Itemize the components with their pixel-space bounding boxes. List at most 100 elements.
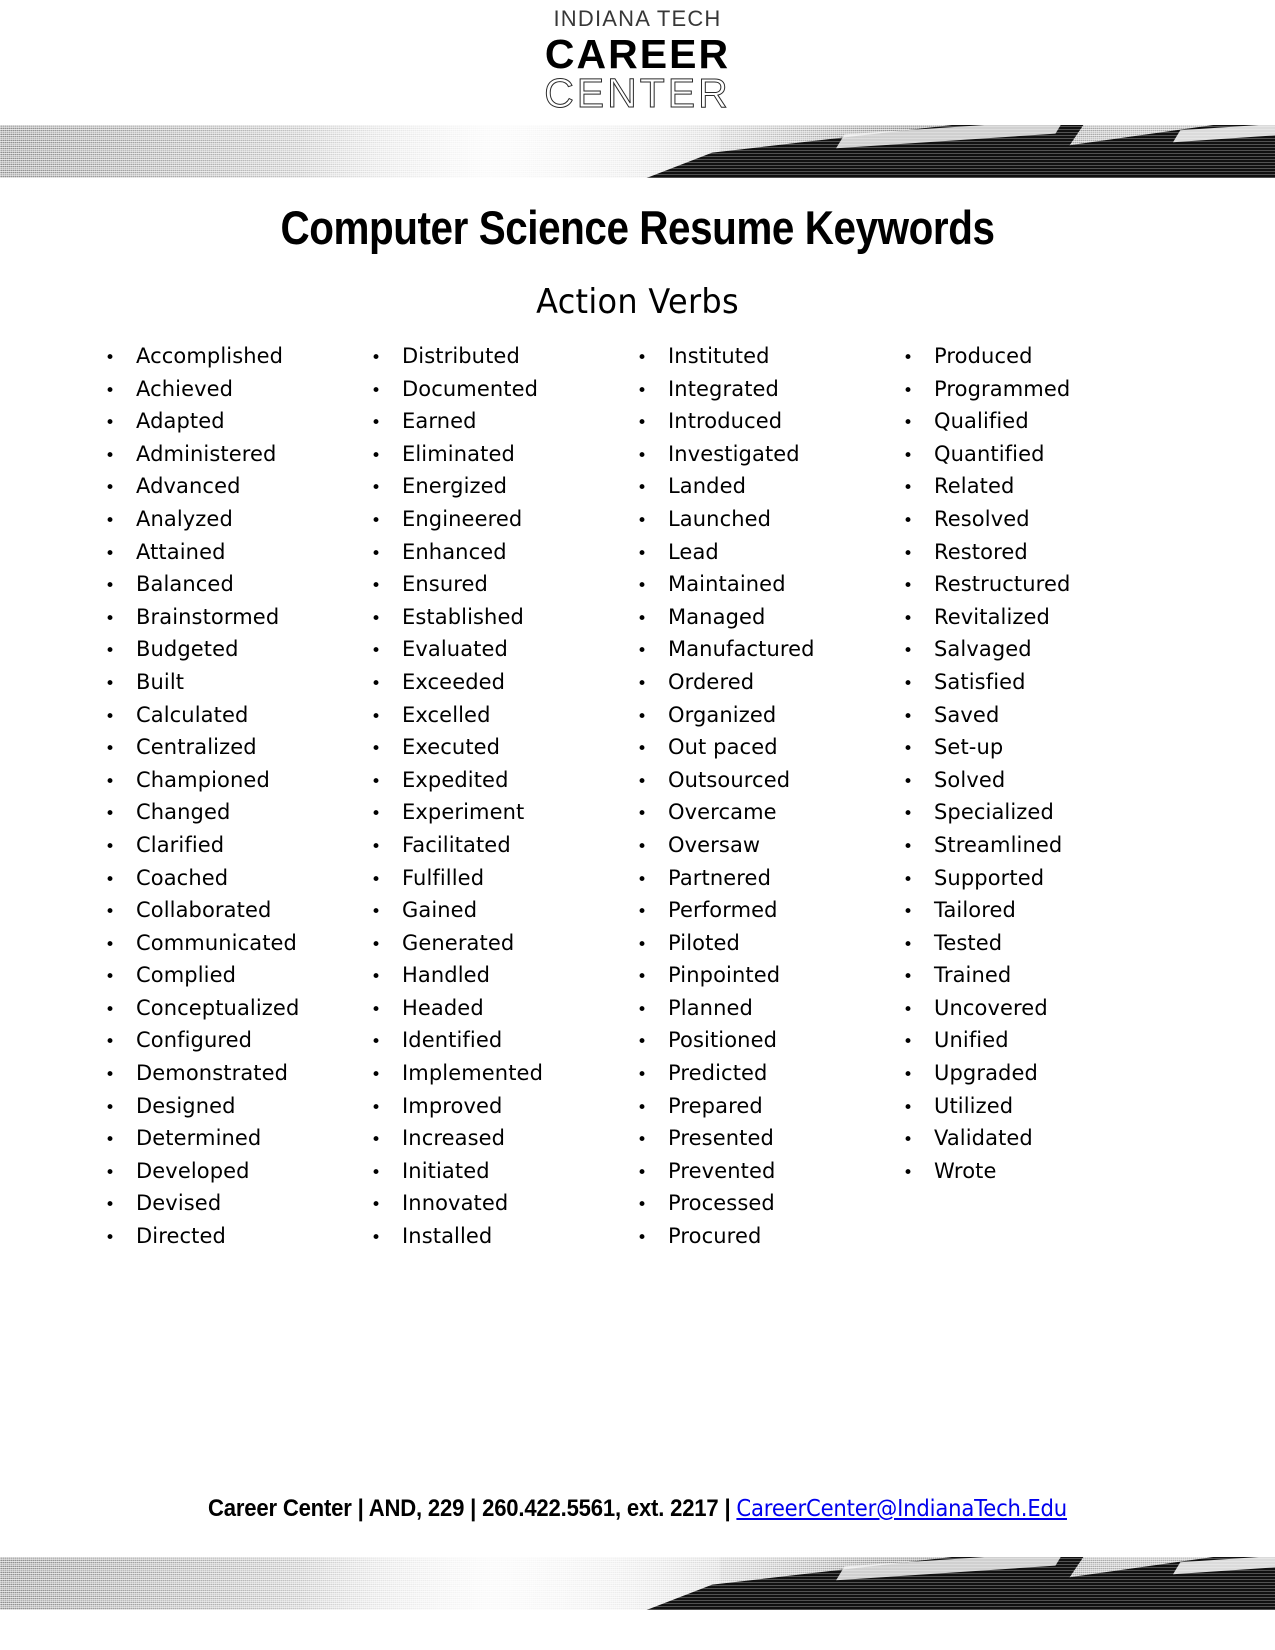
keyword-list-item: • Calculated [96, 703, 362, 736]
bullet-icon: • [105, 804, 116, 825]
keyword-label: Wrote [934, 1158, 997, 1183]
keyword-list-item: • Improved [362, 1094, 628, 1127]
keyword-label: Gained [402, 898, 478, 923]
keyword-label: Organized [668, 702, 777, 727]
keyword-list-item: • Tested [894, 931, 1160, 964]
keyword-list-item: • Solved [894, 768, 1160, 801]
keyword-label: Outsourced [668, 767, 791, 792]
keyword-label: Piloted [668, 930, 740, 955]
keyword-label: Landed [668, 474, 747, 499]
keyword-list-item: • Expedited [362, 768, 628, 801]
keyword-label: Distributed [402, 344, 520, 368]
keyword-list-item: • Lead [628, 540, 894, 573]
keyword-list-item: • Designed [96, 1094, 362, 1127]
bullet-icon: • [371, 869, 382, 890]
bullet-icon: • [637, 967, 648, 988]
bullet-icon: • [637, 1065, 648, 1086]
bullet-icon: • [903, 739, 914, 760]
keyword-label: Pinpointed [668, 963, 781, 988]
keyword-label: Developed [136, 1158, 250, 1183]
keyword-list-item: • Handled [362, 963, 628, 996]
keyword-label: Complied [136, 963, 237, 988]
keyword-list-item: • Centralized [96, 735, 362, 768]
keyword-label: Established [402, 604, 524, 629]
bullet-icon: • [105, 1228, 116, 1249]
keyword-label: Manufactured [668, 637, 815, 662]
bullet-icon: • [637, 673, 648, 694]
bullet-icon: • [637, 771, 648, 792]
keyword-list-item: • Experiment [362, 800, 628, 833]
keyword-list-item: • Ensured [362, 572, 628, 605]
keyword-label: Facilitated [402, 832, 511, 857]
bullet-icon: • [637, 1195, 648, 1216]
keyword-list-item: • Analyzed [96, 507, 362, 540]
keyword-list-item: • Attained [96, 540, 362, 573]
keyword-label: Budgeted [136, 637, 239, 662]
keyword-label: Lead [668, 539, 719, 564]
keyword-list-item: • Partnered [628, 866, 894, 899]
keyword-list-item: • Championed [96, 768, 362, 801]
keyword-column-3: • Instituted • Integrated • Introduced • Invest… [628, 344, 894, 1257]
bullet-icon: • [105, 673, 116, 694]
keyword-list-item: • Balanced [96, 572, 362, 605]
keyword-list-item: • Saved [894, 703, 1160, 736]
bullet-icon: • [903, 510, 914, 531]
keyword-label: Restructured [934, 572, 1071, 597]
keyword-label: Implemented [402, 1061, 544, 1086]
keyword-list-item: • Set-up [894, 735, 1160, 768]
bullet-icon: • [371, 771, 382, 792]
bullet-icon: • [105, 1130, 116, 1151]
keyword-label: Headed [402, 995, 484, 1020]
keyword-list-item: • Installed [362, 1224, 628, 1257]
keyword-label: Engineered [402, 506, 523, 531]
keyword-label: Determined [136, 1126, 262, 1151]
keyword-label: Accomplished [136, 344, 284, 368]
keyword-label: Utilized [934, 1093, 1014, 1118]
keyword-label: Championed [136, 767, 270, 792]
keyword-list-item: • Manufactured [628, 637, 894, 670]
keyword-label: Attained [136, 539, 226, 564]
keyword-label: Devised [136, 1191, 222, 1216]
keyword-label: Uncovered [934, 995, 1048, 1020]
keyword-label: Directed [136, 1224, 226, 1249]
keyword-list-item: • Initiated [362, 1159, 628, 1192]
bullet-icon: • [371, 641, 382, 662]
keyword-list-item: • Streamlined [894, 833, 1160, 866]
bullet-icon: • [903, 413, 914, 434]
bullet-icon: • [371, 348, 382, 368]
keyword-label: Eliminated [402, 441, 515, 466]
keyword-label: Validated [934, 1126, 1033, 1151]
keyword-list-item: • Launched [628, 507, 894, 540]
keyword-list-item: • Implemented [362, 1061, 628, 1094]
footer-email-link[interactable]: CareerCenter@IndianaTech.Edu [736, 1496, 1067, 1522]
bullet-icon: • [637, 804, 648, 825]
bullet-icon: • [903, 836, 914, 857]
bullet-icon: • [637, 608, 648, 629]
keyword-label: Partnered [668, 865, 772, 890]
bullet-icon: • [903, 1032, 914, 1053]
bullet-icon: • [371, 380, 382, 401]
band-scanline-overlay [0, 125, 1275, 178]
keyword-list-item: • Brainstormed [96, 605, 362, 638]
bullet-icon: • [637, 706, 648, 727]
footer-text: Career Center | AND, 229 | 260.422.5561,… [208, 1495, 737, 1522]
keyword-label: Communicated [136, 930, 297, 955]
keyword-column-4: • Produced • Programmed • Qualified • Quantifie… [894, 344, 1160, 1257]
bullet-icon: • [371, 804, 382, 825]
bullet-icon: • [105, 1097, 116, 1118]
keyword-columns: • Accomplished • Achieved • Adapted • Administe… [96, 344, 1186, 1257]
keyword-list-item: • Changed [96, 800, 362, 833]
keyword-list-item: • Landed [628, 474, 894, 507]
keyword-list-item: • Clarified [96, 833, 362, 866]
bullet-icon: • [637, 869, 648, 890]
keyword-label: Revitalized [934, 604, 1050, 629]
keyword-list-item: • Satisfied [894, 670, 1160, 703]
keyword-label: Achieved [136, 376, 234, 401]
keyword-list-item: • Exceeded [362, 670, 628, 703]
bullet-icon: • [105, 771, 116, 792]
keyword-list-item: • Conceptualized [96, 996, 362, 1029]
keyword-label: Instituted [668, 344, 770, 368]
bullet-icon: • [903, 771, 914, 792]
keyword-list-item: • Out paced [628, 735, 894, 768]
keyword-list-item: • Budgeted [96, 637, 362, 670]
